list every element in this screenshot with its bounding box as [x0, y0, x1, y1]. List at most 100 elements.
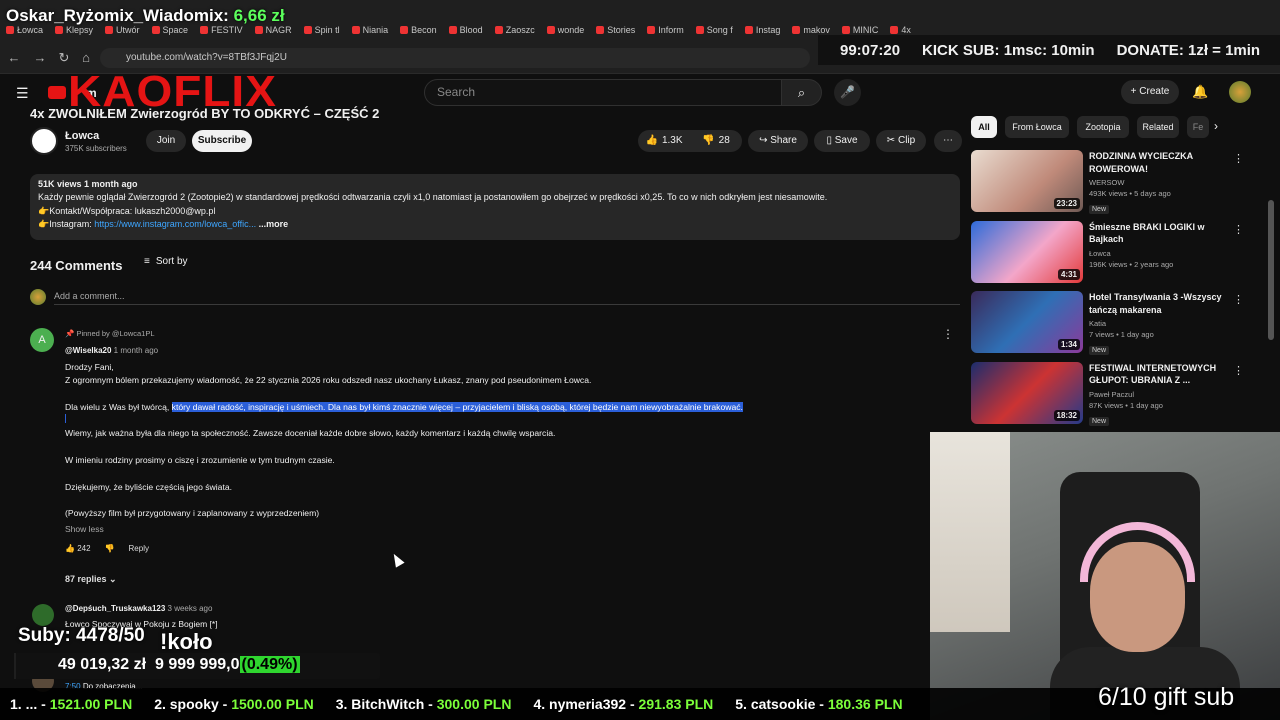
video-title[interactable]: Śmieszne BRAKI LOGIKI w Bajkach	[1089, 221, 1229, 246]
more-link[interactable]: ...more	[259, 219, 289, 229]
video-thumbnail[interactable]: 1:34	[971, 291, 1083, 353]
chip-related[interactable]: Related	[1137, 116, 1179, 138]
channel-name[interactable]: Łowca	[65, 130, 99, 142]
video-menu-icon[interactable]: ⋮	[1233, 293, 1244, 306]
instagram-link[interactable]: https://www.instagram.com/lowca_offic...	[94, 219, 256, 229]
recommended-video[interactable]: 4:31 Śmieszne BRAKI LOGIKI w Bajkach Łowca…	[971, 220, 1261, 283]
subscribe-button[interactable]: Subscribe	[192, 130, 252, 152]
create-button[interactable]: + Create	[1121, 80, 1179, 104]
stream-title-amount: 6,66 zł	[233, 6, 285, 25]
youtube-logo-icon[interactable]	[48, 86, 66, 99]
share-icon: ↪	[759, 135, 768, 146]
comment-dislike-icon[interactable]: 👎	[105, 544, 115, 553]
comment-author[interactable]: @Depśuch_Truskawka123 3 weeks ago	[65, 604, 212, 613]
video-thumbnail[interactable]: 23:23	[971, 150, 1083, 212]
tab-favicon-icon	[6, 26, 14, 34]
tab-title: Klepsy	[66, 25, 94, 35]
video-title[interactable]: Hotel Transylwania 3 -Wszyscy tańczą mak…	[1089, 291, 1229, 316]
recommended-video[interactable]: 23:23 RODZINNA WYCIECZKA ROWEROWA! WERSOW 4…	[971, 150, 1261, 214]
clip-button[interactable]: ✂ Clip	[876, 130, 926, 152]
save-button[interactable]: ▯ Save	[814, 130, 870, 152]
like-dislike-group: 👍 1.3K 👎 28	[638, 130, 742, 152]
video-thumbnail[interactable]: 4:31	[971, 220, 1083, 283]
video-duration: 18:32	[1053, 409, 1080, 421]
donation-amount: 49 019,32 zł	[58, 656, 147, 673]
tab-favicon-icon	[596, 26, 605, 34]
video-duration: 1:34	[1057, 339, 1080, 350]
reply-button[interactable]: Reply	[129, 544, 149, 553]
back-icon[interactable]: ←	[6, 50, 22, 66]
chip-from-lowca[interactable]: From Łowca	[1005, 116, 1069, 138]
avatar[interactable]	[1229, 81, 1251, 103]
browser-tab[interactable]: Niania	[346, 20, 395, 40]
video-title[interactable]: RODZINNA WYCIECZKA ROWEROWA!	[1089, 150, 1229, 175]
browser-tab[interactable]: Instag	[739, 20, 787, 40]
share-label: Share	[770, 135, 797, 146]
mic-icon[interactable]: 🎤	[834, 79, 861, 106]
comment-line: W imieniu rodziny prosimy o ciszę i zroz…	[65, 455, 335, 465]
join-button[interactable]: Join	[146, 130, 186, 152]
replies-toggle[interactable]: 87 replies ⌄	[65, 574, 117, 585]
chip-truncated[interactable]: Fe	[1187, 116, 1209, 138]
create-label: Create	[1139, 86, 1170, 97]
description-box[interactable]: 51K views 1 month ago Każdy pewnie ogląd…	[30, 174, 960, 240]
sort-button[interactable]: ≡ Sort by	[144, 256, 188, 267]
search-icon[interactable]: ⌕	[782, 79, 822, 106]
video-channel[interactable]: Paweł Paczul	[1089, 390, 1229, 399]
browser-tab[interactable]: Zaoszc	[489, 20, 541, 40]
video-thumbnail[interactable]: 18:32	[971, 361, 1083, 424]
commenter-avatar[interactable]	[32, 604, 54, 626]
tab-title: MINIC	[852, 25, 879, 35]
comment-like-count: 242	[77, 544, 91, 553]
webcam-feed	[930, 432, 1280, 720]
notifications-icon[interactable]: 🔔	[1192, 84, 1208, 100]
menu-icon[interactable]: ☰	[16, 85, 29, 102]
donor-amount: 1521.00 PLN	[49, 696, 133, 712]
donation-goal: 9 999 999,0	[154, 656, 240, 673]
comment-text: Dla wielu z Was był twórcą,	[65, 402, 172, 412]
description-contact: 👉Kontakt/Współpraca: lukaszh2000@wp.pl	[38, 205, 216, 216]
browser-tab[interactable]: wonde	[541, 20, 591, 40]
browser-tab[interactable]: Blood	[443, 20, 489, 40]
reload-icon[interactable]: ↻	[56, 50, 72, 66]
my-avatar	[30, 289, 46, 305]
comment-like-button[interactable]: 👍 242	[65, 544, 91, 553]
dislike-button[interactable]: 👎 28	[690, 130, 742, 152]
home-icon[interactable]: ⌂	[78, 50, 94, 66]
channel-avatar[interactable]	[30, 127, 58, 155]
video-channel[interactable]: WERSOW	[1089, 178, 1229, 187]
comment-menu-icon[interactable]: ⋮	[942, 327, 954, 341]
video-channel[interactable]: Łowca	[1089, 249, 1229, 258]
browser-tab[interactable]: Inform	[641, 20, 690, 40]
browser-tab[interactable]: Stories	[590, 20, 641, 40]
video-menu-icon[interactable]: ⋮	[1233, 364, 1244, 377]
chip-all[interactable]: All	[971, 116, 997, 138]
recommended-video[interactable]: 1:34 Hotel Transylwania 3 -Wszyscy tańczą…	[971, 291, 1261, 355]
show-less-link[interactable]: Show less	[65, 524, 104, 534]
search-input[interactable]: Search	[424, 79, 782, 106]
scrollbar[interactable]	[1268, 200, 1274, 340]
commenter-avatar[interactable]: A	[30, 328, 54, 352]
video-menu-icon[interactable]: ⋮	[1233, 152, 1244, 165]
comment-author[interactable]: @Wiselka20 1 month ago	[65, 346, 158, 355]
browser-tab[interactable]: Spin tl	[298, 20, 346, 40]
description-instagram: 👉Instagram: https://www.instagram.com/lo…	[38, 218, 952, 231]
recommended-video[interactable]: 18:32 FESTIWAL INTERNETOWYCH GŁUPOT: UBRA…	[971, 361, 1261, 426]
more-actions-icon[interactable]: ⋯	[934, 130, 962, 152]
browser-tab[interactable]: Song f	[690, 20, 739, 40]
browser-tab[interactable]: Becon	[394, 20, 443, 40]
video-channel[interactable]: Katia	[1089, 319, 1229, 328]
video-title[interactable]: FESTIWAL INTERNETOWYCH GŁUPOT: UBRANIA Z…	[1089, 362, 1229, 387]
tab-title: Zaoszc	[505, 25, 535, 35]
forward-icon[interactable]: →	[32, 50, 48, 66]
chip-zootopia[interactable]: Zootopia	[1077, 116, 1129, 138]
add-comment-input[interactable]: Add a comment...	[54, 291, 960, 305]
video-views: 7 views • 1 day ago	[1089, 330, 1154, 339]
like-button[interactable]: 👍 1.3K	[638, 130, 690, 152]
video-menu-icon[interactable]: ⋮	[1233, 223, 1244, 236]
leaderboard-entry: 2. spooky - 1500.00 PLN	[154, 696, 314, 712]
share-button[interactable]: ↪ Share	[748, 130, 808, 152]
donor-name: 2. spooky	[154, 696, 219, 712]
chevron-right-icon[interactable]: ›	[1214, 119, 1218, 133]
tab-title: Utwór	[116, 25, 140, 35]
